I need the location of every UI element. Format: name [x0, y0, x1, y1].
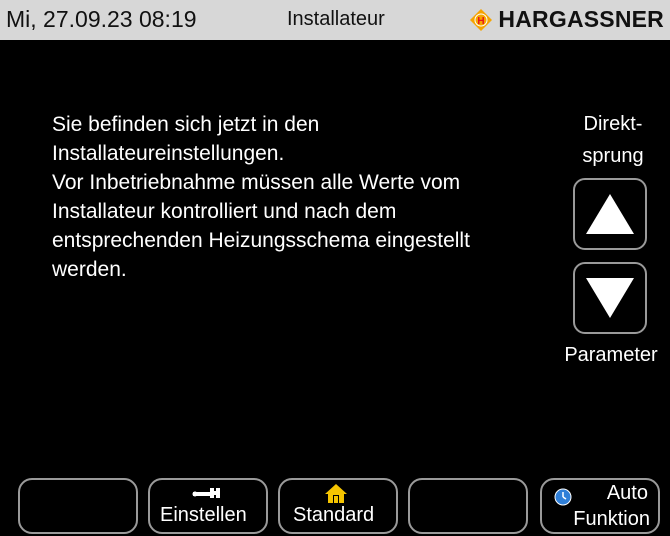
- direktsprung-label: Direkt- sprung: [568, 108, 658, 172]
- funktion-label: Funktion: [573, 508, 650, 530]
- softkey-1-button[interactable]: [18, 478, 138, 534]
- parameter-label: Parameter: [564, 344, 658, 366]
- einstellen-label: Einstellen: [160, 504, 247, 526]
- auto-funktion-button[interactable]: Auto Funktion: [540, 478, 660, 534]
- direkt-line2: sprung: [582, 145, 644, 167]
- brand: H HARGASSNER: [470, 6, 664, 33]
- status-bar: Mi, 27.09.23 08:19 Installateur H HARGAS…: [0, 0, 670, 40]
- message-line: Installateureinstellungen.: [52, 142, 285, 165]
- message-line: Installateur kontrolliert und nach dem: [52, 200, 397, 223]
- message-line: entsprechenden Heizungsschema eingestell…: [52, 229, 470, 252]
- datetime: Mi, 27.09.23 08:19: [6, 6, 197, 32]
- wrench-icon: [192, 488, 220, 498]
- svg-text:H: H: [478, 16, 485, 27]
- message-line: werden.: [52, 258, 127, 281]
- einstellen-button[interactable]: Einstellen: [148, 478, 268, 534]
- info-message: Sie befinden sich jetzt in den Installat…: [52, 110, 522, 284]
- standard-button[interactable]: Standard: [278, 478, 398, 534]
- mode-label: Installateur: [287, 8, 385, 30]
- direkt-line1: Direkt-: [583, 113, 643, 135]
- hargassner-logo-icon: H: [470, 8, 493, 31]
- softkey-4-button[interactable]: [408, 478, 528, 534]
- brand-name: HARGASSNER: [498, 6, 664, 32]
- home-icon: [325, 484, 347, 503]
- scroll-up-button[interactable]: [573, 178, 647, 250]
- message-line: Vor Inbetriebnahme müssen alle Werte vom: [52, 171, 461, 194]
- arrow-up-icon: [586, 194, 634, 234]
- standard-label: Standard: [293, 504, 375, 526]
- auto-label: Auto: [606, 482, 648, 504]
- clock-icon: [554, 488, 572, 506]
- arrow-down-icon: [586, 278, 634, 318]
- message-line: Sie befinden sich jetzt in den: [52, 113, 320, 136]
- scroll-down-button[interactable]: [573, 262, 647, 334]
